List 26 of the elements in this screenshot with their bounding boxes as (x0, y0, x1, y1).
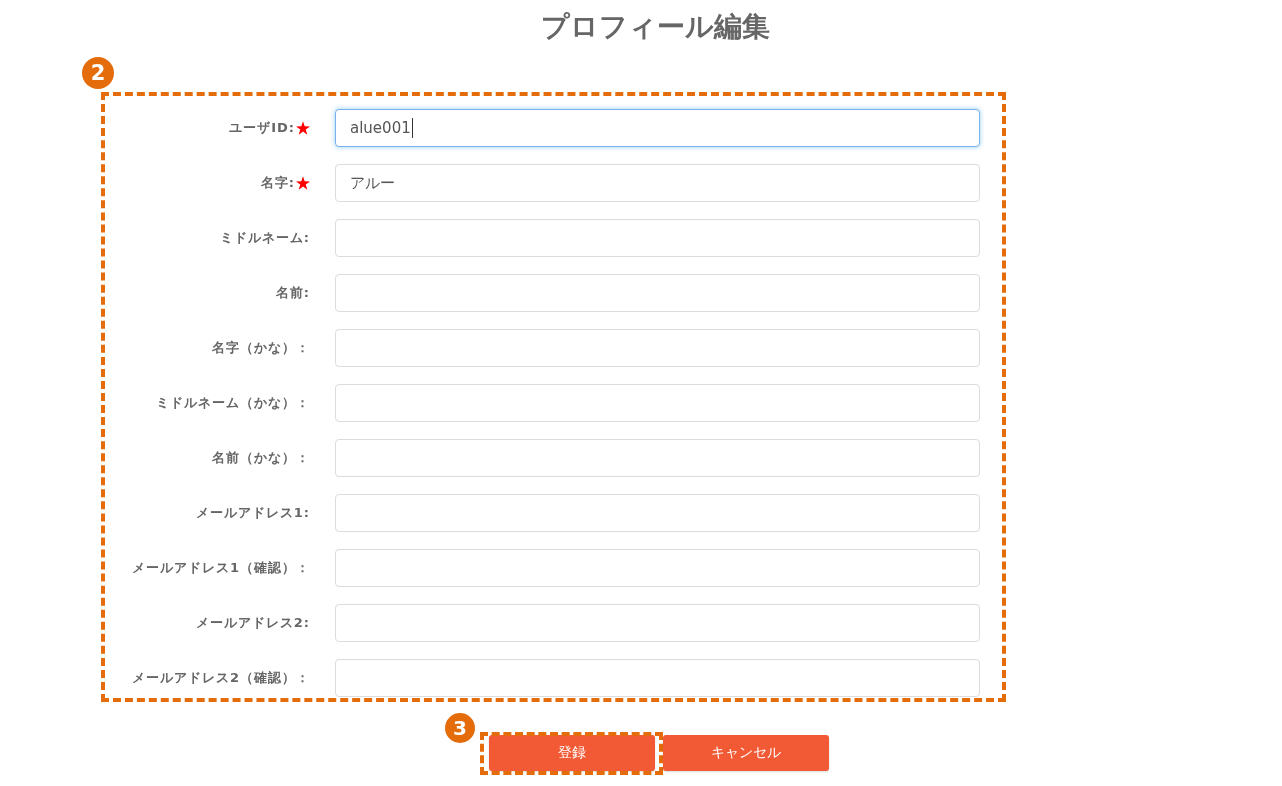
field-label: 名前（かな）： (212, 449, 310, 467)
callout-number: 2 (82, 57, 114, 89)
input-field[interactable] (335, 384, 980, 422)
field-label: メールアドレス2（確認）： (131, 669, 310, 687)
callout-number: 3 (445, 713, 475, 743)
input-field[interactable] (335, 604, 980, 642)
input-field[interactable] (335, 274, 980, 312)
field-label: 名字（かな）： (212, 339, 310, 357)
input-field[interactable] (335, 329, 980, 367)
input-field[interactable] (335, 494, 980, 532)
input-field[interactable] (335, 439, 980, 477)
page-title: プロフィール編集 (540, 11, 770, 43)
input-field[interactable] (335, 659, 980, 697)
text-cursor-icon (411, 118, 413, 138)
input-field[interactable] (335, 549, 980, 587)
field-label: ミドルネーム: (219, 229, 310, 247)
field-label: ミドルネーム（かな）： (156, 394, 310, 412)
field-label: ユーザID: (229, 119, 295, 137)
input-field[interactable]: アルー (335, 164, 980, 202)
field-label: メールアドレス1（確認）： (131, 559, 310, 577)
field-label: 名字: (260, 174, 295, 192)
input-field[interactable]: alue001 (335, 109, 980, 147)
field-label: 名前: (275, 284, 310, 302)
input-field[interactable] (335, 219, 980, 257)
field-label: メールアドレス1: (195, 504, 310, 522)
field-label: メールアドレス2: (195, 614, 310, 632)
